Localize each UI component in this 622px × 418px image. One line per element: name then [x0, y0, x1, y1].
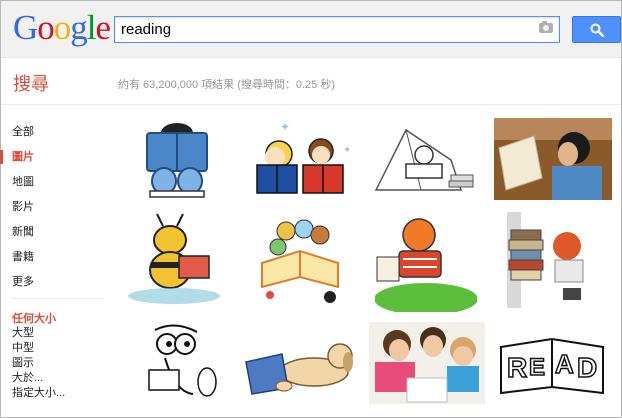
size-option-larger-than[interactable]: 大於... [12, 371, 112, 386]
search-query-text: reading [121, 21, 172, 38]
google-logo[interactable]: Google [13, 8, 112, 48]
result-stats: 約有 63,200,000 項結果 (搜尋時間：0.25 秒) [118, 79, 336, 91]
logo-letter: o [53, 8, 71, 47]
image-result[interactable]: R E A D [497, 333, 607, 401]
logo-letter: G [13, 8, 38, 47]
bee-reading-image [128, 213, 220, 304]
logo-letter: l [86, 8, 97, 47]
sidebar-item-books[interactable]: 書籍 [12, 245, 102, 270]
sidebar-item-news[interactable]: 新聞 [12, 220, 102, 245]
camera-icon[interactable] [539, 21, 553, 33]
dog-reading-image [245, 343, 353, 395]
kids-reading-image: ✦ ✦ [256, 120, 351, 194]
size-option-medium[interactable]: 中型 [12, 341, 112, 356]
girl-book-stack-image [507, 212, 584, 308]
svg-text:E: E [529, 354, 545, 381]
size-filter: 任何大小 大型 中型 圖示 大於... 指定大小... [12, 312, 112, 401]
image-result[interactable] [244, 332, 358, 396]
image-result[interactable]: ✦ ✦ [245, 119, 353, 199]
svg-text:✦: ✦ [343, 145, 351, 156]
results-header: 搜尋 約有 63,200,000 項結果 (搜尋時間：0.25 秒) [1, 58, 621, 105]
size-option-icon[interactable]: 圖示 [12, 356, 112, 371]
image-result[interactable] [123, 212, 225, 308]
search-icon [590, 23, 604, 37]
top-bar: Google reading [1, 1, 621, 58]
image-result[interactable] [256, 211, 344, 304]
size-option-exact[interactable]: 指定大小... [12, 386, 112, 401]
sidebar-divider [12, 298, 102, 299]
sidebar-item-more[interactable]: 更多 [12, 270, 102, 295]
sidebar-item-maps[interactable]: 地圖 [12, 170, 102, 195]
sidebar-item-videos[interactable]: 影片 [12, 195, 102, 220]
logo-letter: g [70, 8, 87, 47]
kids-big-book-image [261, 219, 339, 303]
image-result[interactable] [142, 119, 212, 199]
read-book-image: R E A D [500, 337, 604, 395]
svg-text:R: R [507, 352, 527, 383]
svg-text:D: D [577, 352, 597, 383]
children-reading-photo [369, 322, 485, 404]
image-result[interactable] [366, 120, 476, 200]
girl-reading-photo [494, 118, 612, 200]
size-filter-title[interactable]: 任何大小 [12, 312, 112, 326]
image-result[interactable] [145, 322, 227, 402]
bird-reading-image [148, 324, 217, 397]
logo-letter: e [95, 8, 112, 47]
size-option-large[interactable]: 大型 [12, 326, 112, 341]
image-result[interactable] [494, 118, 612, 200]
sidebar-nav: 全部 圖片 地圖 影片 新聞 書籍 更多 [12, 120, 102, 295]
search-button[interactable] [572, 16, 621, 43]
logo-letter: o [37, 8, 54, 47]
sidebar-item-images[interactable]: 圖片 [12, 145, 102, 170]
sidebar-item-all[interactable]: 全部 [12, 120, 102, 145]
boy-on-grass-image [375, 218, 477, 312]
svg-text:A: A [555, 349, 574, 379]
image-result[interactable] [375, 213, 477, 312]
image-result[interactable] [369, 322, 485, 404]
boy-reading-image [146, 123, 208, 198]
tent-reader-image [374, 128, 474, 191]
image-result[interactable] [503, 212, 597, 308]
svg-text:✦: ✦ [280, 120, 290, 134]
search-input[interactable]: reading [114, 16, 560, 43]
page-title: 搜尋 [13, 74, 49, 94]
